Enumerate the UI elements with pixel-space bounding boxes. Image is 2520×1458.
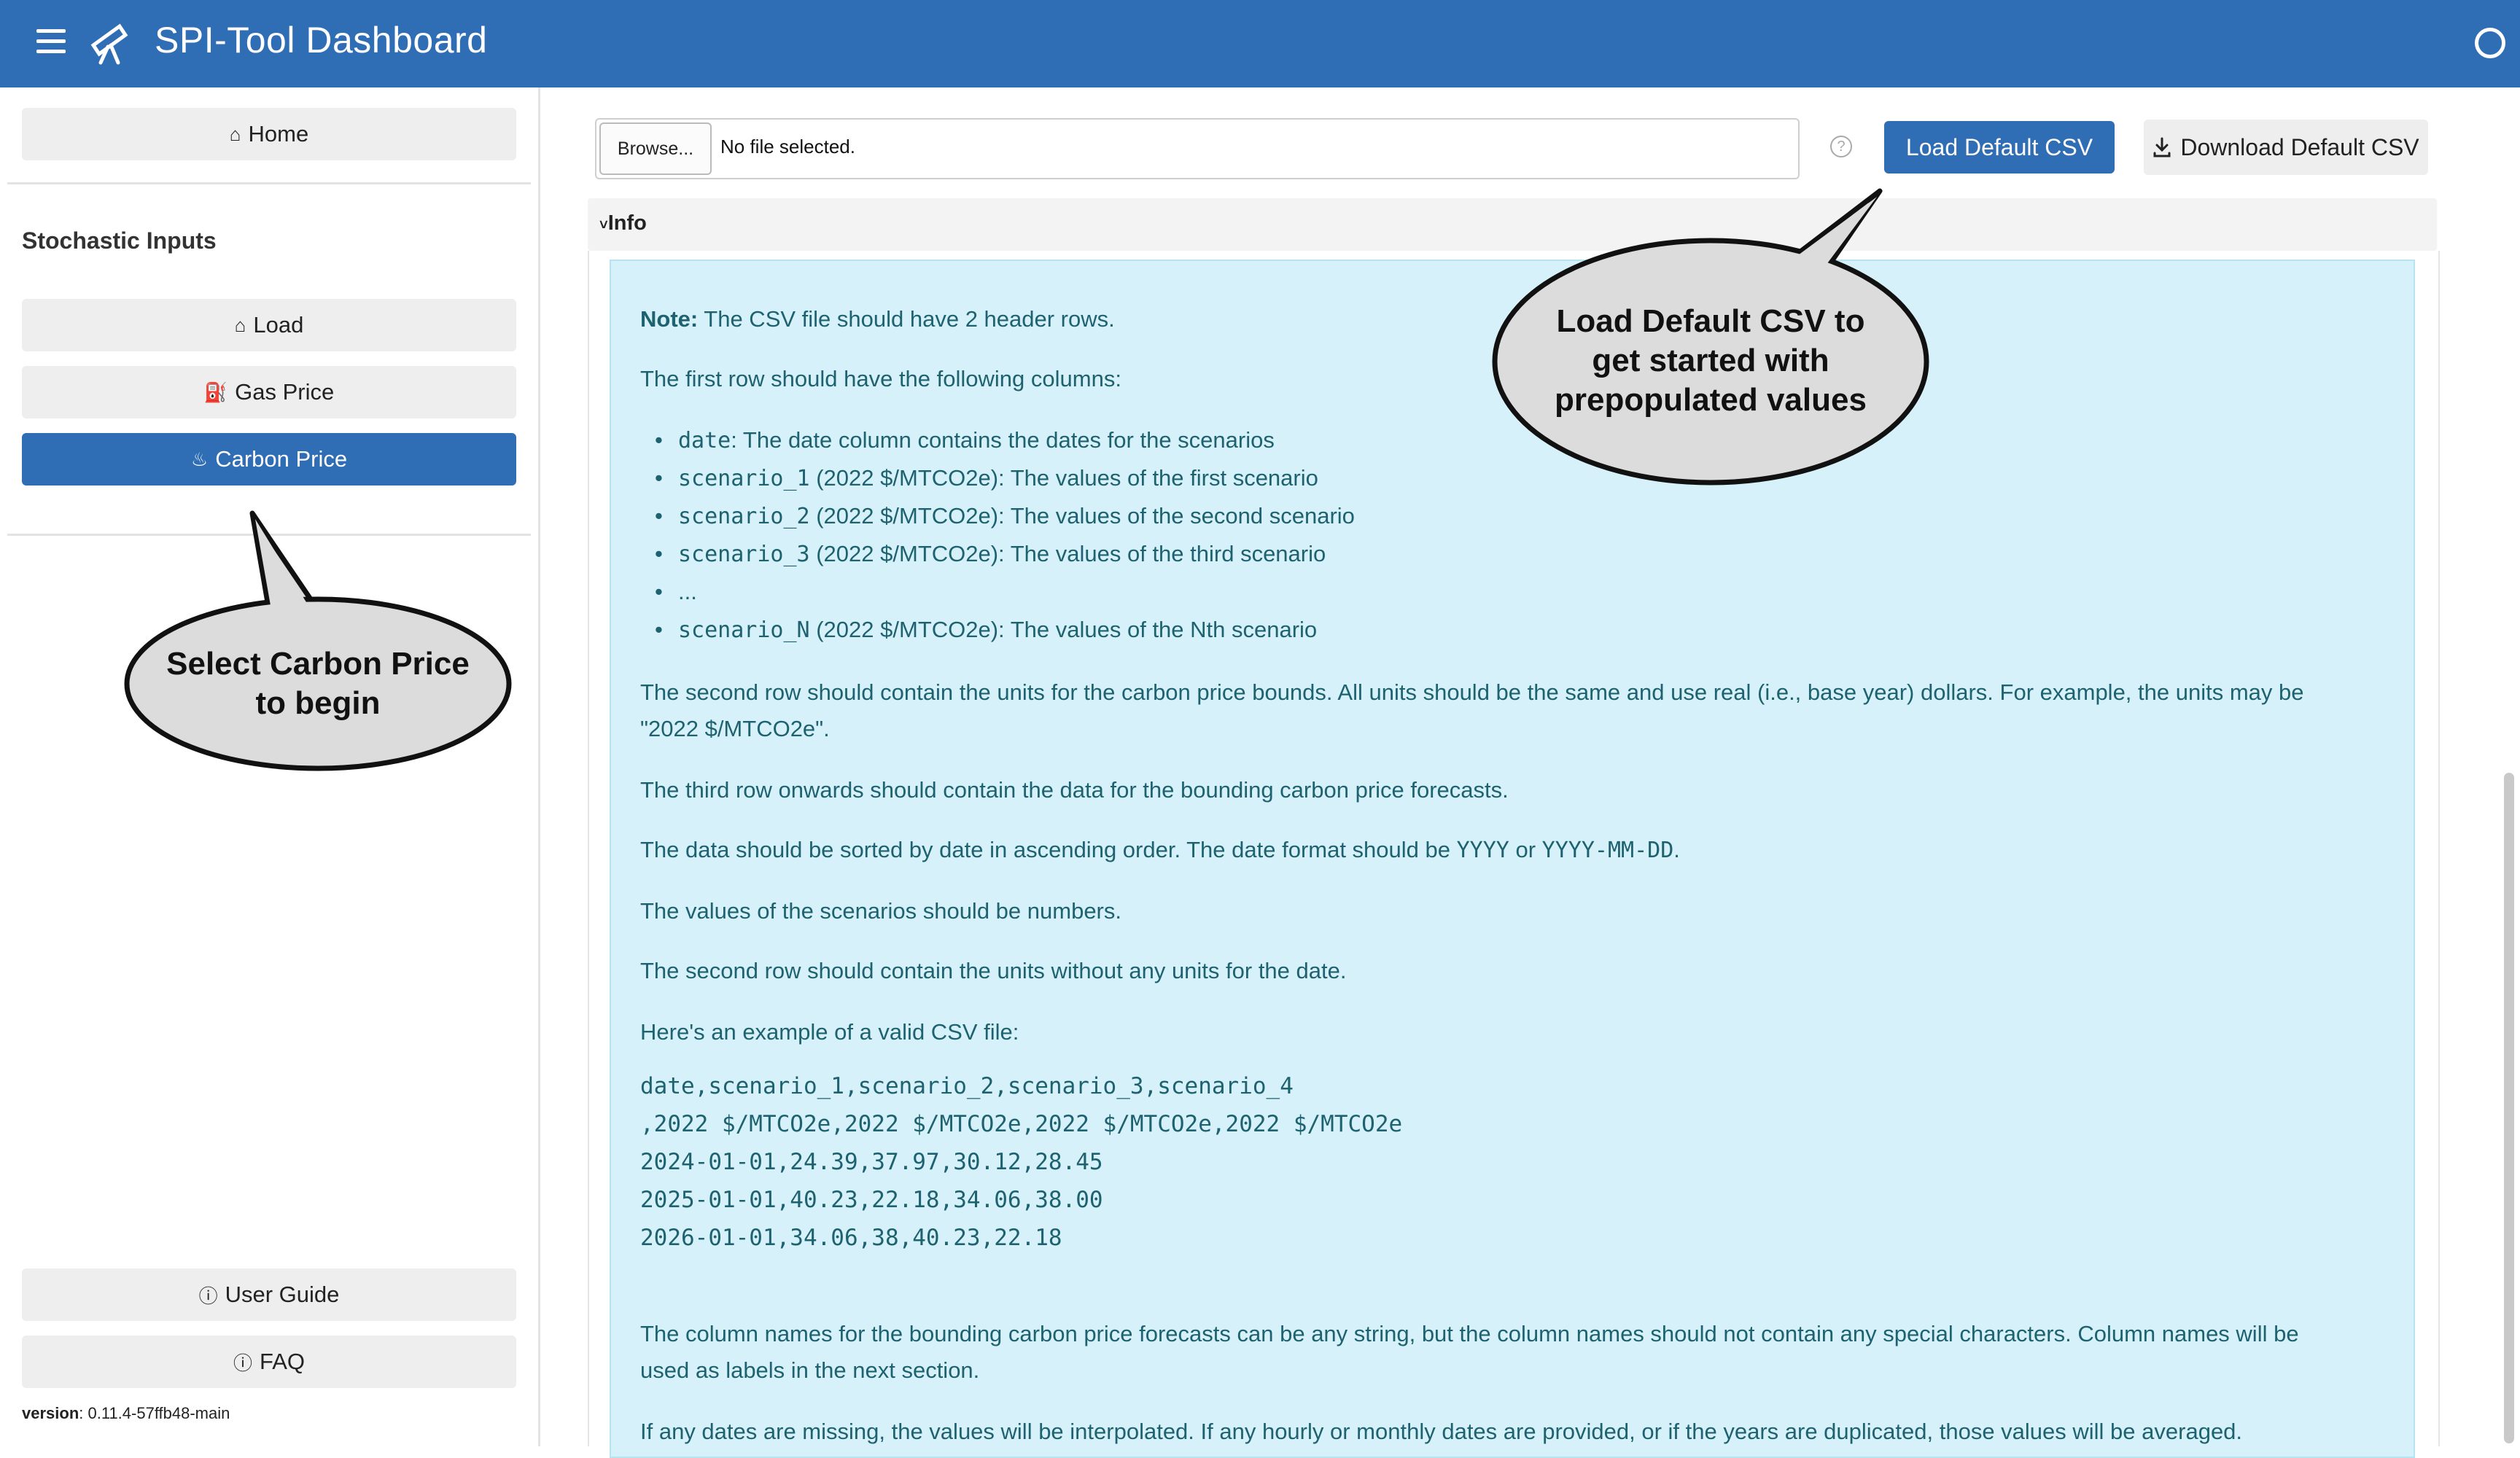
chevron-down-icon: ˅ xyxy=(599,217,608,233)
download-default-csv-button[interactable]: Download Default CSV xyxy=(2144,120,2428,175)
code-line: 2025-01-01,40.23,22.18,34.06,38.00 xyxy=(640,1187,1103,1213)
sidebar-divider xyxy=(7,534,531,536)
callout-line: Load Default CSV to xyxy=(1556,303,1865,339)
home-button[interactable]: ⌂ Home xyxy=(22,108,516,160)
sidebar-divider xyxy=(7,182,531,184)
sorted-prefix: The data should be sorted by date in asc… xyxy=(640,837,1457,862)
sorted-or: or xyxy=(1509,837,1542,862)
second-row-line2: "2022 $/MTCO2e". xyxy=(640,716,830,741)
sidebar: ⌂ Home Stochastic Inputs ⌂ Load ⛽ Gas Pr… xyxy=(0,87,540,1446)
column-names-line1: The column names for the bounding carbon… xyxy=(640,1321,2299,1346)
list-item: scenario_3 (2022 $/MTCO2e): The values o… xyxy=(655,541,1326,567)
sorted-suffix: . xyxy=(1673,837,1680,862)
version-label: version xyxy=(22,1404,79,1422)
column-names-line2: used as labels in the next section. xyxy=(640,1357,980,1383)
scrollbar[interactable] xyxy=(2504,773,2514,1443)
list-item: scenario_N (2022 $/MTCO2e): The values o… xyxy=(655,617,1318,643)
sidebar-item-label: Gas Price xyxy=(235,379,335,405)
first-row-intro: The first row should have the following … xyxy=(640,366,1121,391)
version-value: : 0.11.4-57ffb48-main xyxy=(79,1404,230,1422)
file-input[interactable]: Browse... No file selected. xyxy=(595,118,1800,179)
download-icon xyxy=(2153,137,2171,157)
column-desc: ... xyxy=(678,579,697,604)
units-date-text: The second row should contain the units … xyxy=(640,958,1347,983)
list-item: ... xyxy=(655,579,697,605)
callout-line: prepopulated values xyxy=(1555,382,1867,418)
user-guide-label: User Guide xyxy=(225,1282,340,1307)
code-line: ,2022 $/MTCO2e,2022 $/MTCO2e,2022 $/MTCO… xyxy=(640,1111,1403,1137)
column-code: scenario_1 xyxy=(678,466,810,491)
code-line: 2026-01-01,34.06,38,40.23,22.18 xyxy=(640,1225,1062,1251)
callout-text: Load Default CSV to get started with pre… xyxy=(1531,302,1890,420)
second-row-line1: The second row should contain the units … xyxy=(640,679,2304,705)
format-yyyy: YYYY xyxy=(1456,838,1509,863)
info-icon: ⓘ xyxy=(233,1352,252,1374)
status-circle-icon[interactable] xyxy=(2475,28,2505,58)
faq-label: FAQ xyxy=(260,1349,306,1374)
note-line: Note: The CSV file should have 2 header … xyxy=(640,306,1115,332)
hamburger-icon[interactable] xyxy=(35,29,69,58)
list-item: scenario_1 (2022 $/MTCO2e): The values o… xyxy=(655,465,1318,491)
load-default-csv-button[interactable]: Load Default CSV xyxy=(1884,121,2115,174)
home-icon: ⌂ xyxy=(234,313,246,336)
flame-icon: ♨ xyxy=(190,448,209,470)
sidebar-item-gas-price[interactable]: ⛽ Gas Price xyxy=(22,366,516,418)
browse-button[interactable]: Browse... xyxy=(599,122,712,175)
list-item: scenario_2 (2022 $/MTCO2e): The values o… xyxy=(655,503,1355,529)
format-full: YYYY-MM-DD xyxy=(1541,838,1674,863)
column-desc: (2022 $/MTCO2e): The values of the first… xyxy=(809,465,1318,491)
example-intro: Here's an example of a valid CSV file: xyxy=(640,1019,1019,1045)
column-desc: (2022 $/MTCO2e): The values of the Nth s… xyxy=(809,617,1318,642)
callout-line: Select Carbon Price xyxy=(166,646,470,682)
app-header: SPI-Tool Dashboard xyxy=(0,0,2520,87)
sidebar-item-label: Carbon Price xyxy=(215,446,348,472)
version-text: version: 0.11.4-57ffb48-main xyxy=(22,1404,230,1423)
list-item: date: The date column contains the dates… xyxy=(655,427,1275,453)
download-label: Download Default CSV xyxy=(2180,133,2419,160)
code-line: date,scenario_1,scenario_2,scenario_3,sc… xyxy=(640,1073,1294,1099)
note-label: Note: xyxy=(640,306,699,332)
app-title: SPI-Tool Dashboard xyxy=(155,20,488,61)
sorted-text: The data should be sorted by date in asc… xyxy=(640,837,1680,863)
home-icon: ⌂ xyxy=(229,122,241,145)
numbers-text: The values of the scenarios should be nu… xyxy=(640,898,1121,924)
gas-pump-icon: ⛽ xyxy=(203,381,228,403)
sidebar-item-load[interactable]: ⌂ Load xyxy=(22,299,516,351)
faq-button[interactable]: ⓘ FAQ xyxy=(22,1336,516,1388)
column-code: scenario_3 xyxy=(678,542,810,567)
sidebar-item-carbon-price[interactable]: ♨ Carbon Price xyxy=(22,433,516,486)
callout-line: to begin xyxy=(255,685,381,721)
home-label: Home xyxy=(248,121,309,147)
section-title: Stochastic Inputs xyxy=(22,227,217,254)
info-label: Info xyxy=(607,211,647,235)
telescope-icon xyxy=(90,23,128,65)
user-guide-button[interactable]: ⓘ User Guide xyxy=(22,1268,516,1321)
sidebar-item-label: Load xyxy=(253,312,304,338)
third-row-text: The third row onwards should contain the… xyxy=(640,777,1509,803)
note-text: The CSV file should have 2 header rows. xyxy=(698,306,1115,332)
column-code: scenario_N xyxy=(678,617,810,643)
column-desc: (2022 $/MTCO2e): The values of the third… xyxy=(809,541,1326,566)
help-circle-icon: ⓘ xyxy=(198,1284,218,1307)
column-desc: (2022 $/MTCO2e): The values of the secon… xyxy=(809,503,1355,529)
column-code: scenario_2 xyxy=(678,504,810,529)
file-status: No file selected. xyxy=(720,136,855,157)
callout-line: get started with xyxy=(1592,343,1829,378)
callout-text: Select Carbon Price to begin xyxy=(150,644,486,723)
help-icon[interactable]: ? xyxy=(1830,136,1852,157)
info-accordion-header[interactable]: ˅Info xyxy=(588,198,2437,251)
code-line: 2024-01-01,24.39,37.97,30.12,28.45 xyxy=(640,1149,1103,1175)
column-desc: : The date column contains the dates for… xyxy=(731,427,1275,453)
info-toggle[interactable]: ˅Info xyxy=(599,211,647,235)
missing-dates-text: If any dates are missing, the values wil… xyxy=(640,1419,2243,1444)
column-code: date xyxy=(678,428,731,453)
